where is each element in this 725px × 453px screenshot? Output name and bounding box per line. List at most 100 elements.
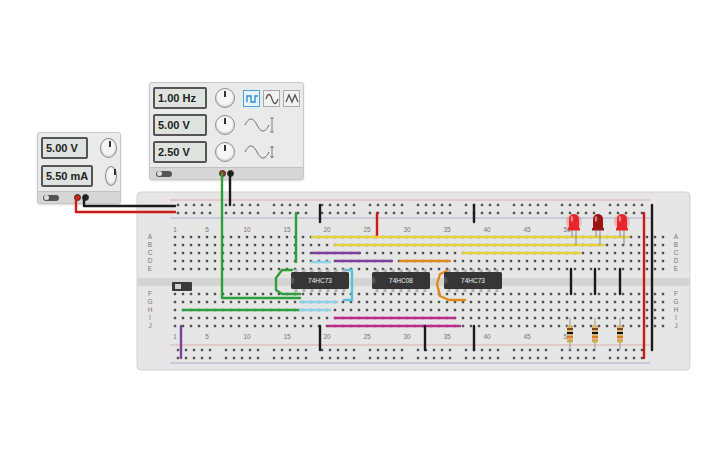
column-label: 20 <box>323 333 331 340</box>
wire[interactable] <box>312 253 360 254</box>
supply-knob[interactable] <box>105 166 117 186</box>
supply-display: 5.00 V <box>41 137 88 159</box>
column-label: 15 <box>283 333 291 340</box>
wire[interactable] <box>335 318 455 319</box>
waveform-button[interactable] <box>263 90 280 107</box>
output-toggle[interactable] <box>156 171 172 177</box>
generator-row: 5.00 V <box>153 114 300 136</box>
supply-knob[interactable] <box>100 138 117 158</box>
column-label: 50 <box>563 333 571 340</box>
generator-knob[interactable] <box>215 115 235 135</box>
wire[interactable] <box>595 269 596 294</box>
column-label: 20 <box>323 226 331 233</box>
wire[interactable] <box>312 237 628 238</box>
resistor[interactable] <box>567 318 573 350</box>
wire[interactable] <box>425 326 426 350</box>
generator-knob[interactable] <box>215 142 235 162</box>
wire[interactable] <box>300 310 330 311</box>
wire[interactable] <box>400 261 450 262</box>
svg-text:74HC08: 74HC08 <box>389 277 413 284</box>
column-label: 10 <box>243 333 251 340</box>
led[interactable] <box>566 214 582 245</box>
row-label: D <box>674 257 679 264</box>
wire[interactable] <box>320 326 321 350</box>
wire[interactable] <box>320 205 321 222</box>
wire[interactable] <box>328 326 460 327</box>
negative-terminal[interactable] <box>227 170 234 177</box>
wire[interactable] <box>644 213 645 358</box>
supply-row: 5.00 V <box>41 137 117 159</box>
row-label: C <box>674 249 679 256</box>
row-label: G <box>147 298 152 305</box>
wire[interactable] <box>474 326 475 350</box>
dc-power-supply[interactable]: 5.00 V5.50 mA <box>37 132 121 204</box>
wire[interactable] <box>296 213 297 262</box>
column-label: 30 <box>403 333 411 340</box>
column-label: 1 <box>173 333 177 340</box>
wire[interactable] <box>230 173 231 205</box>
row-label: A <box>148 233 153 240</box>
wire[interactable] <box>463 253 580 254</box>
row-label: I <box>675 314 677 321</box>
row-label: G <box>673 298 678 305</box>
resistor[interactable] <box>617 318 623 350</box>
led[interactable] <box>592 214 604 245</box>
sine-wave-icon <box>265 92 279 105</box>
ic-chip[interactable]: 74HC73 <box>444 269 502 292</box>
wire[interactable] <box>652 205 653 350</box>
generator-display: 5.00 V <box>153 114 207 136</box>
row-label: H <box>148 306 153 313</box>
positive-terminal[interactable] <box>219 170 226 177</box>
column-label: 25 <box>363 333 371 340</box>
waveform-selector <box>243 90 300 107</box>
wire[interactable] <box>571 269 572 294</box>
column-label: 5 <box>205 226 209 233</box>
row-label: I <box>149 314 151 321</box>
row-label: F <box>148 290 152 297</box>
column-label: 30 <box>403 226 411 233</box>
wire[interactable] <box>437 270 465 300</box>
wire[interactable] <box>76 198 175 212</box>
column-label: 5 <box>205 333 209 340</box>
wire[interactable] <box>84 198 175 206</box>
power-toggle[interactable] <box>43 195 59 201</box>
row-label: B <box>674 241 678 248</box>
svg-text:74HC73: 74HC73 <box>461 277 485 284</box>
waveform-button[interactable] <box>243 90 260 107</box>
column-label: 1 <box>173 226 177 233</box>
led[interactable] <box>614 214 630 245</box>
wire[interactable] <box>183 310 300 311</box>
supply-terminal-bar <box>38 191 120 203</box>
resistor[interactable] <box>592 318 598 350</box>
row-label: D <box>148 257 153 264</box>
wire[interactable] <box>377 213 378 237</box>
column-label: 15 <box>283 226 291 233</box>
column-label: 40 <box>483 333 491 340</box>
generator-knob[interactable] <box>215 88 235 108</box>
column-label: 35 <box>443 333 451 340</box>
wire[interactable] <box>620 269 621 294</box>
function-generator[interactable]: 1.00 Hz5.00 V2.50 V <box>149 82 304 180</box>
row-label: J <box>148 322 151 329</box>
wire[interactable] <box>335 245 604 246</box>
svg-text:74HC73: 74HC73 <box>308 277 332 284</box>
wire[interactable] <box>222 173 300 298</box>
column-label: 45 <box>523 226 531 233</box>
wire[interactable] <box>181 326 182 358</box>
negative-terminal[interactable] <box>82 194 89 201</box>
ic-chip[interactable]: 74HC08 <box>372 269 430 292</box>
row-label: E <box>674 265 679 272</box>
offset-icon <box>243 142 275 162</box>
positive-terminal[interactable] <box>74 194 81 201</box>
wire[interactable] <box>312 262 330 263</box>
ic-chip[interactable]: 74HC73 <box>291 269 349 292</box>
wire[interactable] <box>276 270 300 294</box>
wire[interactable] <box>336 261 392 262</box>
slide-switch[interactable] <box>172 282 192 291</box>
generator-row: 1.00 Hz <box>153 87 300 109</box>
wire[interactable] <box>344 270 352 300</box>
wire[interactable] <box>300 302 337 303</box>
waveform-button[interactable] <box>283 90 300 107</box>
row-label: B <box>148 241 152 248</box>
wire[interactable] <box>474 205 475 222</box>
